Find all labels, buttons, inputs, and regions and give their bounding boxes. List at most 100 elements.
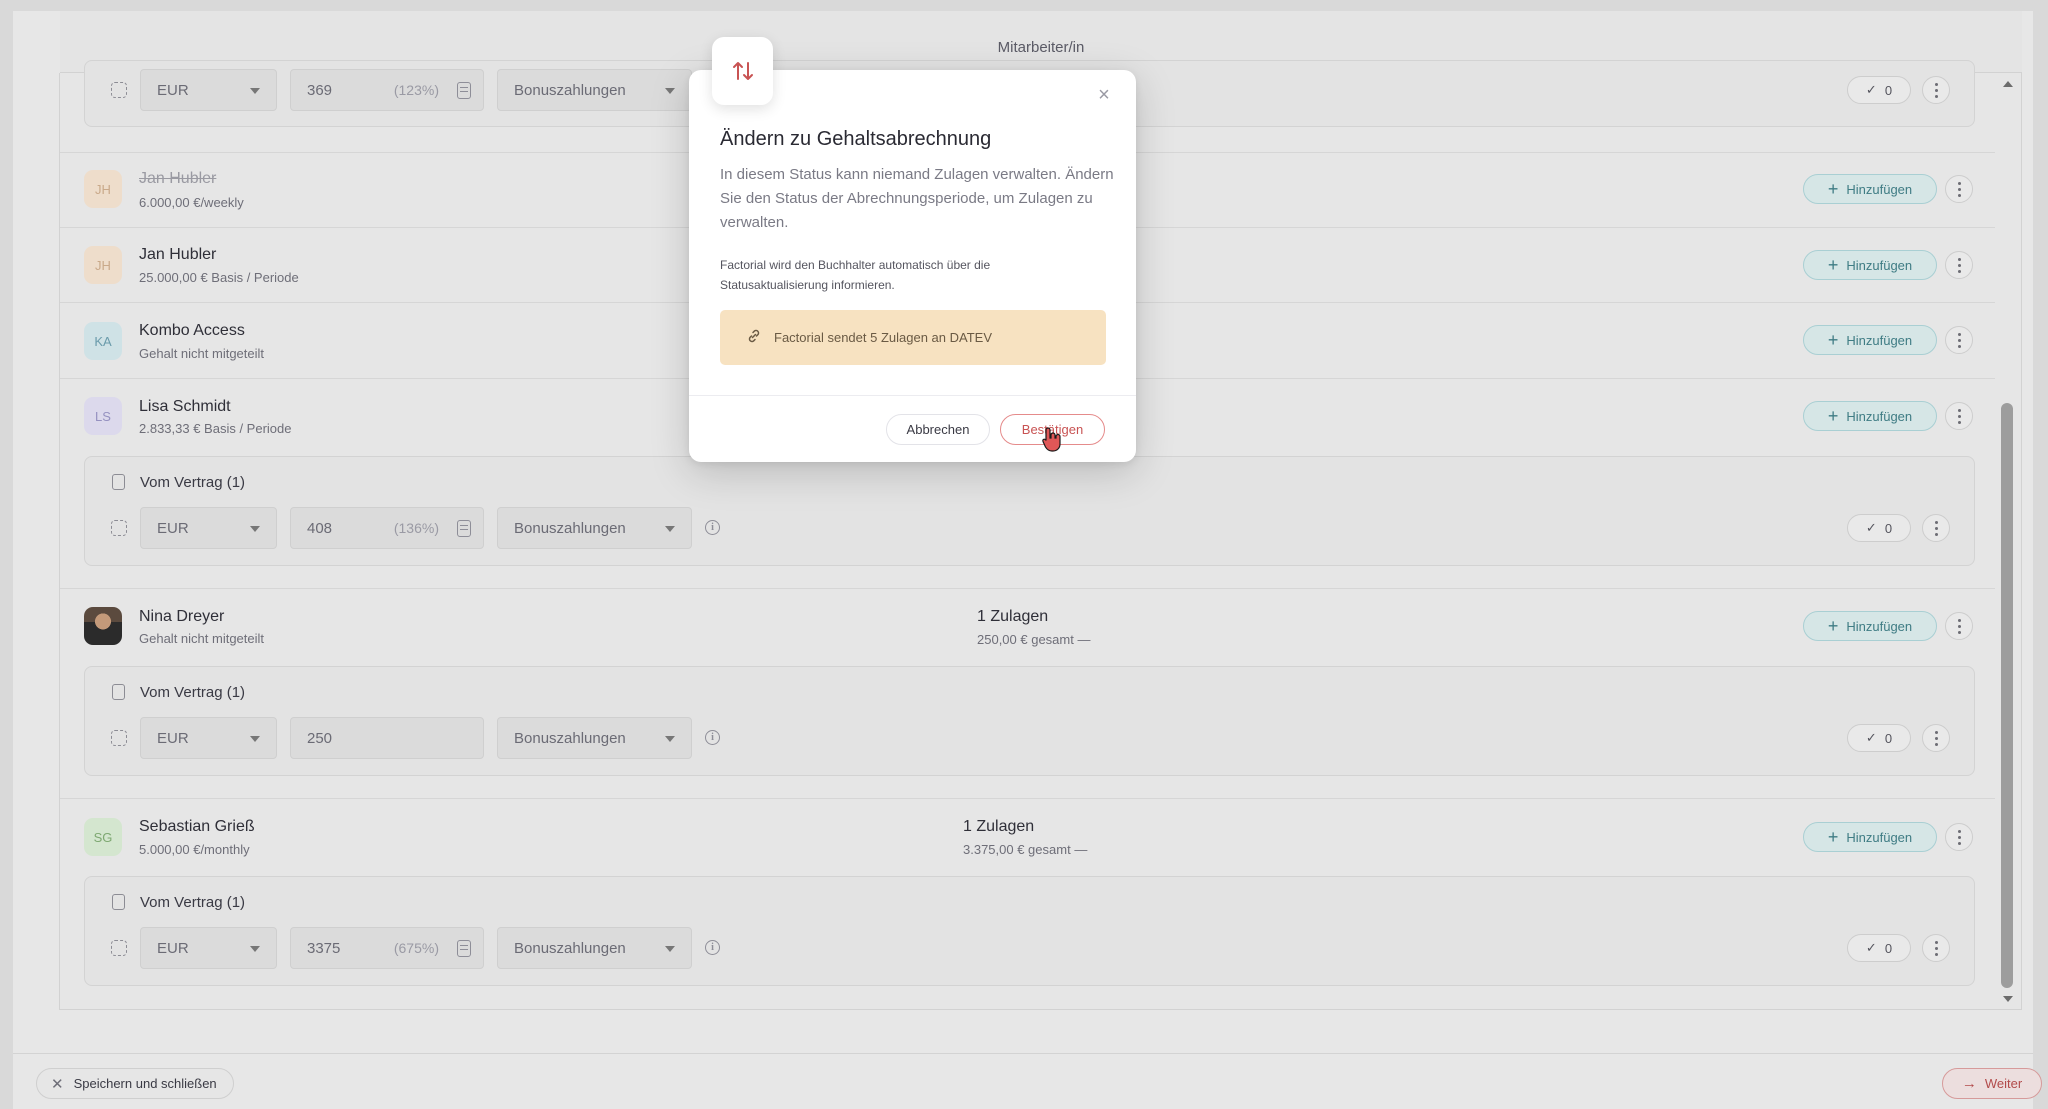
currency-select[interactable]: EUR xyxy=(140,927,277,969)
check-icon: ✓ xyxy=(1865,82,1877,97)
banner-text: Factorial sendet 5 Zulagen an DATEV xyxy=(774,330,992,345)
link-icon xyxy=(746,328,762,347)
category-select[interactable]: Bonuszahlungen xyxy=(497,717,692,759)
amount-input[interactable]: 369 (123%) xyxy=(290,69,484,111)
close-icon[interactable]: × xyxy=(1095,85,1113,105)
page-title: Mitarbeiter/in xyxy=(997,39,1085,56)
add-allowance-button[interactable]: + Hinzufügen xyxy=(1803,822,1937,852)
chevron-down-icon xyxy=(665,88,675,94)
employee-salary: 6.000,00 €/weekly xyxy=(139,195,244,210)
category-select[interactable]: Bonuszahlungen xyxy=(497,69,692,111)
percent-value: (123%) xyxy=(393,82,439,98)
hand-cursor-icon xyxy=(1041,426,1063,452)
calculator-icon[interactable] xyxy=(457,520,471,537)
more-vertical-icon[interactable] xyxy=(1945,402,1973,430)
currency-select[interactable]: EUR xyxy=(140,69,277,111)
arrow-right-icon: → xyxy=(1961,1075,1977,1092)
scroll-up-arrow-icon[interactable] xyxy=(2003,81,2013,87)
check-icon: ✓ xyxy=(1865,520,1877,535)
collapse-dash-icon[interactable]: — xyxy=(1077,632,1090,647)
scroll-thumb[interactable] xyxy=(2001,403,2013,988)
dialog-title: Ändern zu Gehaltsabrechnung xyxy=(720,128,992,150)
more-vertical-icon[interactable] xyxy=(1945,251,1973,279)
employee-salary: 2.833,33 € Basis / Periode xyxy=(139,421,292,436)
info-icon[interactable]: i xyxy=(705,520,720,535)
row-divider xyxy=(60,588,1995,589)
drag-handle-icon[interactable] xyxy=(111,520,127,536)
employee-name: Sebastian Grieß xyxy=(139,818,255,835)
scroll-down-arrow-icon[interactable] xyxy=(2003,996,2013,1002)
drag-handle-icon[interactable] xyxy=(111,940,127,956)
drag-handle-icon[interactable] xyxy=(111,730,127,746)
approval-count-pill[interactable]: ✓ 0 xyxy=(1847,514,1911,542)
save-and-close-button[interactable]: ✕ Speichern und schließen xyxy=(36,1068,234,1099)
employee-name: Kombo Access xyxy=(139,322,245,339)
info-icon[interactable]: i xyxy=(705,730,720,745)
plus-icon: + xyxy=(1827,827,1839,847)
collapse-dash-icon[interactable]: — xyxy=(1074,842,1087,857)
add-allowance-button[interactable]: + Hinzufügen xyxy=(1803,250,1937,280)
drag-handle-icon[interactable] xyxy=(111,82,127,98)
amount-value: 369 xyxy=(307,81,333,99)
amount-input[interactable]: 250 xyxy=(290,717,484,759)
employee-salary: 5.000,00 €/monthly xyxy=(139,842,250,857)
chevron-down-icon xyxy=(250,88,260,94)
avatar: JH xyxy=(84,170,122,208)
add-allowance-button[interactable]: + Hinzufügen xyxy=(1803,325,1937,355)
contract-title: Vom Vertrag (1) xyxy=(140,474,246,491)
chevron-down-icon xyxy=(665,736,675,742)
dialog-note: Factorial wird den Buchhalter automatisc… xyxy=(720,258,991,292)
approval-count-pill[interactable]: ✓ 0 xyxy=(1847,76,1911,104)
more-vertical-icon[interactable] xyxy=(1945,612,1973,640)
allowance-total: 3.375,00 € gesamt — xyxy=(963,842,1088,857)
contract-title: Vom Vertrag (1) xyxy=(140,894,246,911)
more-vertical-icon[interactable] xyxy=(1922,76,1950,104)
plus-icon: + xyxy=(1827,179,1839,199)
plus-icon: + xyxy=(1827,330,1839,350)
employee-name: Lisa Schmidt xyxy=(139,398,231,415)
avatar: SG xyxy=(84,818,122,856)
next-button[interactable]: → Weiter xyxy=(1942,1068,2042,1099)
employee-salary: Gehalt nicht mitgeteilt xyxy=(139,631,265,646)
calculator-icon[interactable] xyxy=(457,940,471,957)
amount-input[interactable]: 408 (136%) xyxy=(290,507,484,549)
more-vertical-icon[interactable] xyxy=(1922,514,1950,542)
more-vertical-icon[interactable] xyxy=(1945,175,1973,203)
dialog-divider xyxy=(689,395,1136,396)
datev-info-banner: Factorial sendet 5 Zulagen an DATEV xyxy=(720,310,1106,365)
more-vertical-icon[interactable] xyxy=(1945,823,1973,851)
more-vertical-icon[interactable] xyxy=(1922,724,1950,752)
amount-input[interactable]: 3375 (675%) xyxy=(290,927,484,969)
check-icon: ✓ xyxy=(1865,940,1877,955)
chevron-down-icon xyxy=(250,946,260,952)
currency-select[interactable]: EUR xyxy=(140,507,277,549)
scrollbar[interactable] xyxy=(1997,73,2019,1010)
info-icon[interactable]: i xyxy=(705,940,720,955)
contract-title: Vom Vertrag (1) xyxy=(140,684,246,701)
add-allowance-button[interactable]: + Hinzufügen xyxy=(1803,611,1937,641)
employee-salary: Gehalt nicht mitgeteilt xyxy=(139,346,265,361)
employee-name: Jan Hubler xyxy=(139,170,217,187)
chevron-down-icon xyxy=(250,736,260,742)
employee-name: Nina Dreyer xyxy=(139,608,225,625)
chevron-down-icon xyxy=(250,526,260,532)
add-allowance-button[interactable]: + Hinzufügen xyxy=(1803,174,1937,204)
cancel-button[interactable]: Abbrechen xyxy=(886,414,990,445)
avatar: LS xyxy=(84,397,122,435)
document-icon xyxy=(112,894,125,910)
document-icon xyxy=(112,684,125,700)
approval-count-pill[interactable]: ✓ 0 xyxy=(1847,934,1911,962)
add-allowance-button[interactable]: + Hinzufügen xyxy=(1803,401,1937,431)
contract-box: Vom Vertrag (1) EUR 408 (136%) Bonuszahl… xyxy=(84,456,1975,566)
close-icon: ✕ xyxy=(51,1075,64,1093)
more-vertical-icon[interactable] xyxy=(1945,326,1973,354)
more-vertical-icon[interactable] xyxy=(1922,934,1950,962)
currency-select[interactable]: EUR xyxy=(140,717,277,759)
calculator-icon[interactable] xyxy=(457,82,471,99)
dialog-description: In diesem Status kann niemand Zulagen ve… xyxy=(720,166,1114,231)
confirm-status-dialog: × Ändern zu Gehaltsabrechnung In diesem … xyxy=(689,37,1136,462)
category-select[interactable]: Bonuszahlungen xyxy=(497,507,692,549)
category-select[interactable]: Bonuszahlungen xyxy=(497,927,692,969)
approval-count-pill[interactable]: ✓ 0 xyxy=(1847,724,1911,752)
document-icon xyxy=(112,474,125,490)
